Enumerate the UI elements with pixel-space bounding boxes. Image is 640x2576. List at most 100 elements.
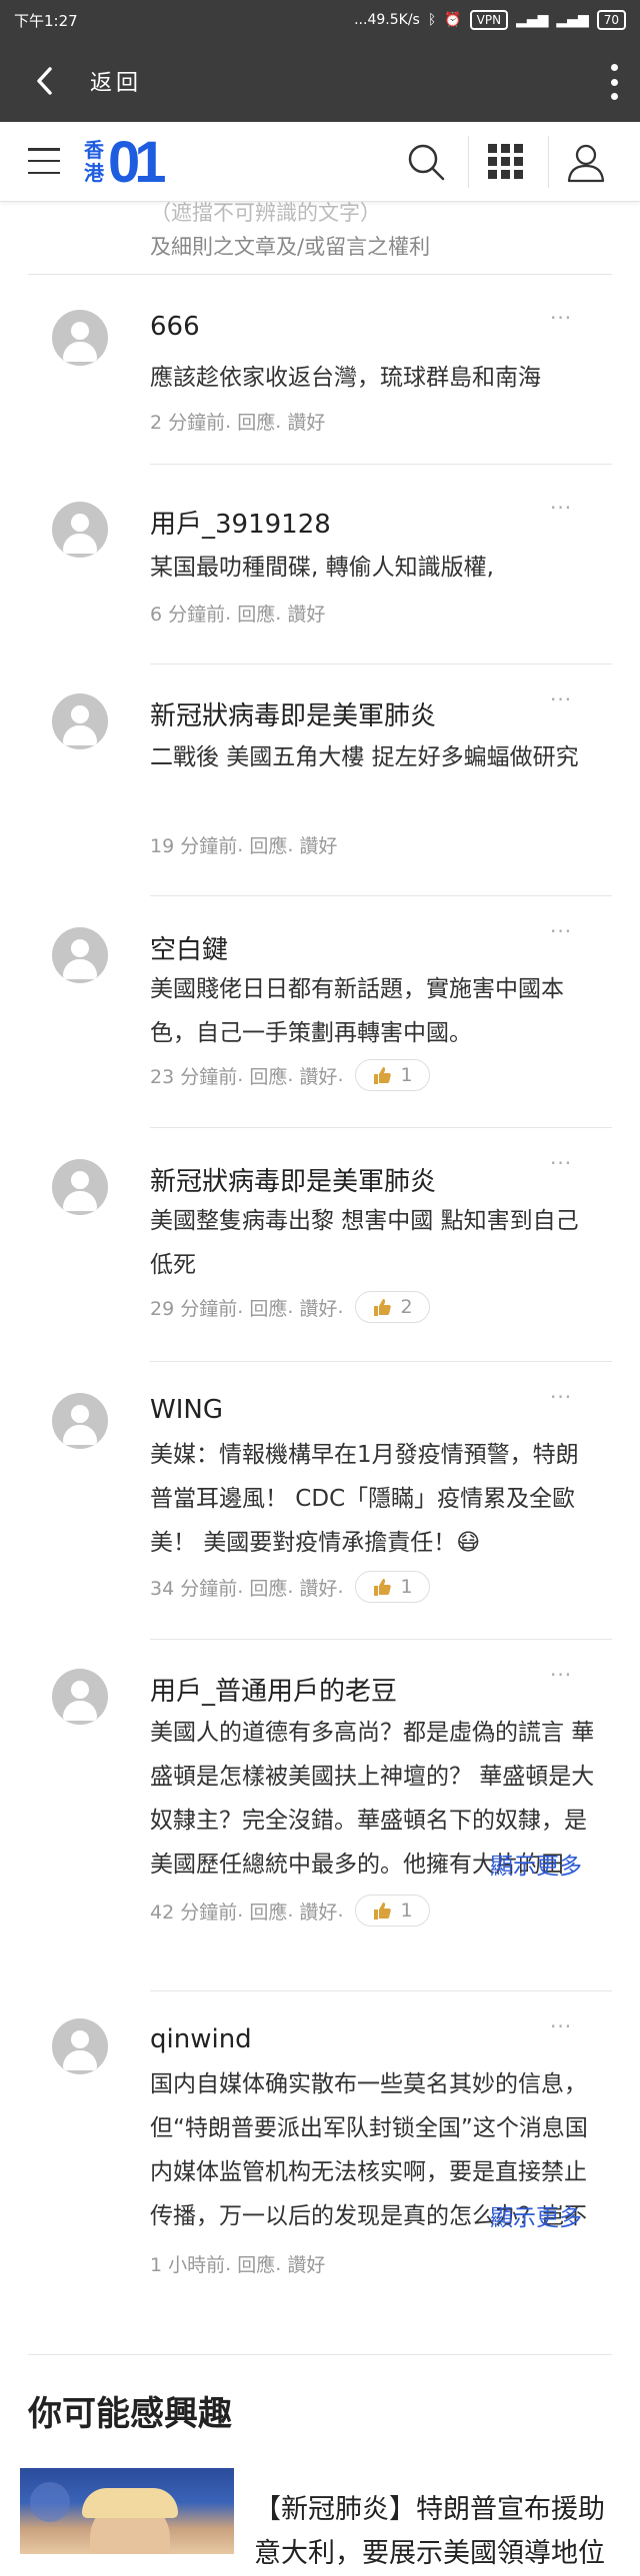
- comment-text: 某国最叻種間碟, 轉偷人知識版權,: [150, 555, 494, 581]
- back-label[interactable]: 返回: [90, 65, 142, 97]
- status-icons: ...49.5K/s ᛒ ⏰ VPN ▂▄▆ ▂▄▆ 70: [354, 10, 626, 30]
- show-more-link[interactable]: 顯示更多: [490, 1847, 582, 1881]
- avatar[interactable]: [52, 1669, 108, 1725]
- comment-time: 1 小時前: [150, 2254, 226, 2276]
- comment-author[interactable]: 新冠狀病毒即是美軍肺炎: [150, 1161, 436, 1198]
- status-bar: 下午1:27 ...49.5K/s ᛒ ⏰ VPN ▂▄▆ ▂▄▆ 70: [0, 0, 640, 40]
- comment-text: 美國整隻病毒出黎 想害中國 點知害到自己 低死: [150, 1208, 579, 1278]
- battery-indicator: 70: [596, 10, 626, 30]
- thumbs-up-icon: [374, 1903, 392, 1920]
- signal-icon: ▂▄▆: [516, 12, 549, 28]
- avatar[interactable]: [52, 502, 108, 558]
- like-count-badge[interactable]: 2: [355, 1291, 430, 1323]
- comment-meta: 6 分鐘前. 回應. 讚好: [150, 600, 325, 627]
- grid-apps-icon[interactable]: [484, 140, 528, 184]
- comment-time: 34 分鐘前: [150, 1577, 238, 1600]
- comment-time: 6 分鐘前: [150, 604, 226, 626]
- like-button[interactable]: 讚好: [299, 831, 337, 858]
- comment-author[interactable]: 用戶_普通用戶的老豆: [150, 1671, 397, 1708]
- comment-meta: 1 小時前. 回應. 讚好: [150, 2250, 325, 2277]
- like-count: 1: [400, 1064, 413, 1086]
- bluetooth-icon: ᛒ: [427, 12, 437, 28]
- like-count: 2: [400, 1296, 413, 1318]
- comment-author[interactable]: 新冠狀病毒即是美軍肺炎: [150, 695, 436, 732]
- comment-time: 23 分鐘前: [150, 1065, 238, 1088]
- article-thumbnail[interactable]: [20, 2468, 234, 2554]
- comment-meta: 23 分鐘前. 回應. 讚好. 1: [150, 1059, 430, 1091]
- comment-time: 19 分鐘前: [150, 835, 238, 857]
- comment-options-icon[interactable]: ···: [550, 496, 572, 520]
- like-button[interactable]: 讚好: [287, 408, 325, 435]
- like-count: 1: [400, 1900, 413, 1922]
- like-button[interactable]: 讚好: [299, 1294, 337, 1321]
- comment-text: 美國賤佬日日都有新話題，實施害中國本色，自己一手策劃再轉害中國。: [150, 976, 564, 1046]
- site-header: 香港 01: [0, 122, 640, 202]
- comment-author[interactable]: 用戶_3919128: [150, 504, 331, 541]
- comment-time: 42 分鐘前: [150, 1901, 238, 1924]
- reply-button[interactable]: 回應: [237, 2250, 275, 2277]
- like-button[interactable]: 讚好: [287, 2250, 325, 2277]
- alarm-icon: ⏰: [444, 12, 462, 28]
- comment-options-icon[interactable]: ···: [550, 2014, 572, 2038]
- status-time: 下午1:27: [14, 11, 78, 30]
- more-options-icon[interactable]: [608, 64, 620, 100]
- thumbs-up-icon: [374, 1067, 392, 1084]
- terms-notice: （遮擋不可辨識的文字） 及細則之文章及/或留言之權利: [150, 196, 610, 264]
- like-button[interactable]: 讚好: [299, 1574, 337, 1601]
- comment-author[interactable]: 666: [150, 312, 200, 342]
- reply-button[interactable]: 回應: [249, 1898, 287, 1925]
- comment-author[interactable]: WING: [150, 1395, 223, 1425]
- back-button[interactable]: [0, 40, 90, 122]
- like-button[interactable]: 讚好: [299, 1898, 337, 1925]
- signal-icon-2: ▂▄▆: [556, 12, 589, 28]
- comment-meta: 34 分鐘前. 回應. 讚好. 1: [150, 1571, 430, 1603]
- top-bar: 返回: [0, 40, 640, 122]
- hamburger-menu-icon[interactable]: [28, 148, 60, 174]
- comment-options-icon[interactable]: ···: [550, 1663, 572, 1687]
- like-count: 1: [400, 1576, 413, 1598]
- comment-time: 29 分鐘前: [150, 1297, 238, 1320]
- search-icon[interactable]: [404, 140, 448, 184]
- reply-button[interactable]: 回應: [249, 1294, 287, 1321]
- comment-meta: 42 分鐘前. 回應. 讚好. 1: [150, 1895, 430, 1927]
- network-speed: ...49.5K/s: [354, 12, 420, 28]
- comment-text: 美媒：情報機構早在1月發疫情預警，特朗普當耳邊風！ CDC「隱瞞」疫情累及全歐美…: [150, 1442, 579, 1556]
- comment-options-icon[interactable]: ···: [550, 919, 572, 943]
- reply-button[interactable]: 回應: [249, 1062, 287, 1089]
- reply-button[interactable]: 回應: [249, 831, 287, 858]
- reply-button[interactable]: 回應: [237, 408, 275, 435]
- article-title[interactable]: 【新冠肺炎】特朗普宣布援助意大利，要展示美國領導地位: [254, 2488, 624, 2576]
- reply-button[interactable]: 回應: [249, 1574, 287, 1601]
- like-button[interactable]: 讚好: [299, 1062, 337, 1089]
- comment-meta: 2 分鐘前. 回應. 讚好: [150, 408, 325, 435]
- like-count-badge[interactable]: 1: [355, 1895, 430, 1927]
- avatar[interactable]: [52, 1393, 108, 1449]
- comment-text: 二戰後 美國五角大樓 捉左好多蝙蝠做研究: [150, 744, 579, 770]
- reply-button[interactable]: 回應: [237, 600, 275, 627]
- avatar[interactable]: [52, 2018, 108, 2074]
- avatar[interactable]: [52, 310, 108, 366]
- like-count-badge[interactable]: 1: [355, 1059, 430, 1091]
- chevron-left-icon: [37, 67, 52, 95]
- comment-time: 2 分鐘前: [150, 412, 226, 434]
- comment-author[interactable]: qinwind: [150, 2024, 252, 2054]
- avatar[interactable]: [52, 927, 108, 983]
- like-count-badge[interactable]: 1: [355, 1571, 430, 1603]
- notice-line-2: 及細則之文章及/或留言之權利: [150, 235, 431, 259]
- comment-meta: 19 分鐘前. 回應. 讚好: [150, 831, 337, 858]
- thumbs-up-icon: [374, 1299, 392, 1316]
- comment-options-icon[interactable]: ···: [550, 306, 572, 330]
- avatar[interactable]: [52, 693, 108, 749]
- comment-text: 應該趁依家收返台灣，琉球群島和南海: [150, 365, 541, 391]
- comment-author[interactable]: 空白鍵: [150, 929, 228, 966]
- thumbs-up-icon: [374, 1579, 392, 1596]
- user-profile-icon[interactable]: [564, 140, 608, 184]
- vpn-badge: VPN: [469, 10, 509, 30]
- site-logo[interactable]: 香港 01: [84, 130, 166, 195]
- comment-options-icon[interactable]: ···: [550, 687, 572, 711]
- show-more-link[interactable]: 顯示更多: [490, 2198, 582, 2232]
- avatar[interactable]: [52, 1159, 108, 1215]
- comment-options-icon[interactable]: ···: [550, 1385, 572, 1409]
- like-button[interactable]: 讚好: [287, 600, 325, 627]
- comment-options-icon[interactable]: ···: [550, 1151, 572, 1175]
